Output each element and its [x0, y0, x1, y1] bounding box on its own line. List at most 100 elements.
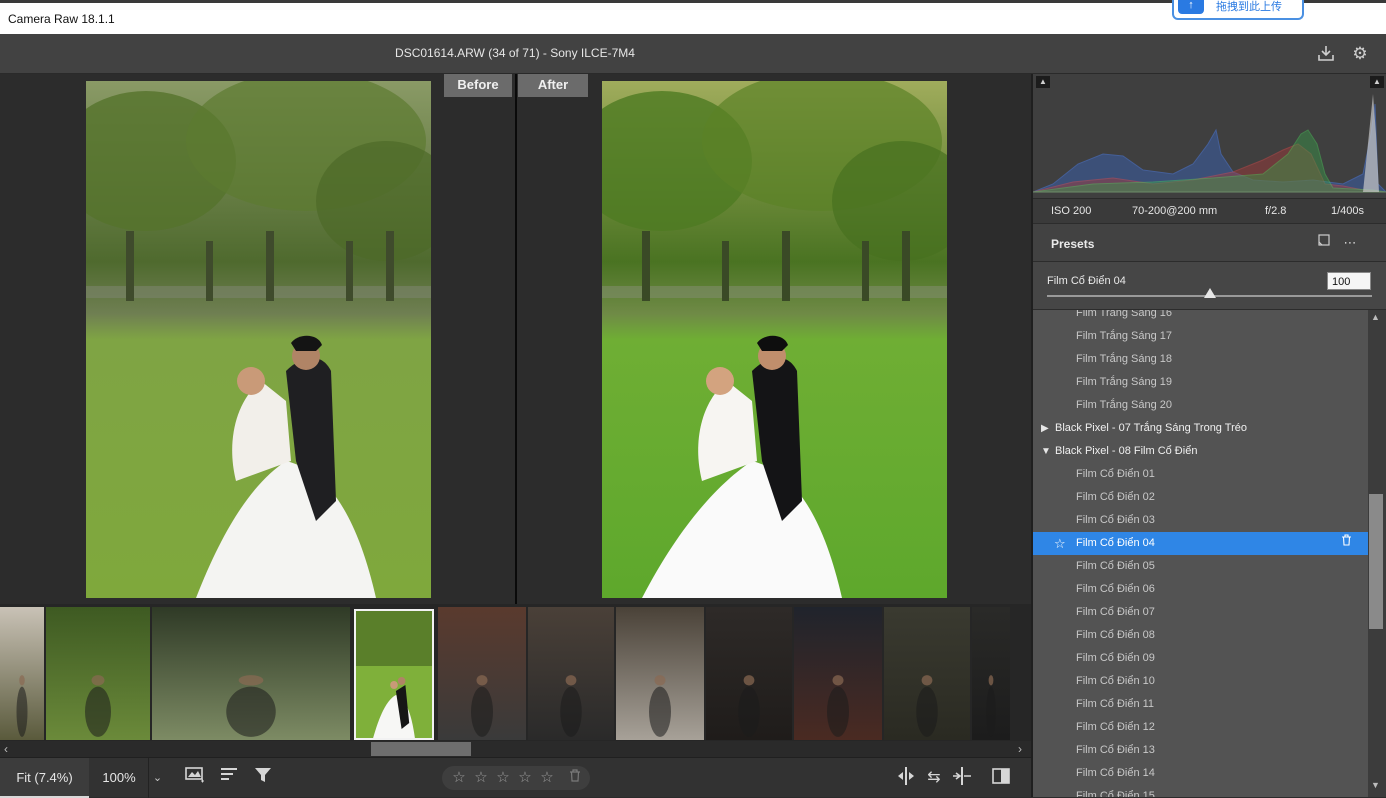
new-preset-icon[interactable] [1315, 234, 1333, 252]
preset-item[interactable]: Film Cổ Điển 02 [1033, 486, 1368, 509]
preset-label: Film Cổ Điển 06 [1076, 583, 1155, 595]
preset-item[interactable]: Film Cổ Điển 05 [1033, 555, 1368, 578]
histogram-graph [1033, 94, 1386, 193]
trash-icon[interactable] [566, 768, 584, 788]
rating-star-1[interactable]: ☆ [450, 768, 468, 788]
upload-badge[interactable]: ↑ 拖拽到此上传 [1172, 0, 1304, 20]
preset-item[interactable]: Film Cổ Điển 03 [1033, 509, 1368, 532]
preset-label: Film Cổ Điển 10 [1076, 675, 1155, 687]
rating-star-5[interactable]: ☆ [538, 768, 556, 788]
rating-star-3[interactable]: ☆ [494, 768, 512, 788]
preset-item[interactable]: Film Trắng Sáng 20 [1033, 394, 1368, 417]
preset-label: Film Trắng Sáng 17 [1076, 330, 1172, 342]
preset-list-scrollbar[interactable]: ▲ ▼ [1368, 310, 1386, 797]
preset-item[interactable]: Film Cổ Điển 01 [1033, 463, 1368, 486]
split-divider[interactable] [515, 74, 517, 604]
preset-item[interactable]: Film Trắng Sáng 18 [1033, 348, 1368, 371]
filmstrip-thumbnail[interactable] [152, 607, 350, 740]
filmstrip-thumbnail[interactable] [46, 607, 150, 740]
filmstrip-thumbnail[interactable] [616, 607, 704, 740]
preset-label: Film Cổ Điển 03 [1076, 514, 1155, 526]
preset-list: Film Trắng Sáng 16 Film Trắng Sáng 17 Film… [1033, 310, 1368, 797]
preset-item[interactable]: Film Cổ Điển 15 [1033, 785, 1368, 797]
gear-icon[interactable]: ⚙ [1350, 44, 1370, 64]
preset-label: Film Cổ Điển 05 [1076, 560, 1155, 572]
preset-group[interactable]: ▼ Black Pixel - 08 Film Cổ Điển [1033, 440, 1368, 463]
preset-item[interactable]: Film Cổ Điển 06 [1033, 578, 1368, 601]
filmstrip[interactable] [0, 604, 1031, 741]
preset-label: Film Cổ Điển 04 [1076, 537, 1155, 549]
exif-info: ISO 200 70-200@200 mm f/2.8 1/400s [1033, 198, 1386, 223]
filmstrip-thumbnail[interactable] [0, 607, 44, 740]
filmstrip-thumbnail[interactable] [438, 607, 526, 740]
preset-label: Film Cổ Điển 02 [1076, 491, 1155, 503]
filmstrip-thumbnail[interactable] [794, 607, 882, 740]
save-download-icon[interactable] [1316, 44, 1336, 64]
filmstrip-scroll-thumb[interactable] [371, 742, 471, 756]
zoom-dropdown-icon[interactable]: ⌄ [148, 758, 166, 798]
filmstrip-thumbnail[interactable] [706, 607, 792, 740]
right-panel: ▲ ▲ ISO 200 70-200@200 mm f/2.8 1/400s P… [1031, 74, 1386, 797]
zoom-100-button[interactable]: 100% [91, 758, 147, 798]
caret-right-icon[interactable]: ▶ [1041, 417, 1049, 440]
rating-star-2[interactable]: ☆ [472, 768, 490, 788]
preset-label: Film Trắng Sáng 20 [1076, 399, 1172, 411]
preset-item[interactable]: Film Cổ Điển 12 [1033, 716, 1368, 739]
exif-aperture: f/2.8 [1265, 205, 1287, 217]
filmstrip-thumbnail[interactable] [528, 607, 614, 740]
preset-label: Black Pixel - 07 Trắng Sáng Trong Tréo [1055, 422, 1247, 434]
upload-cloud-icon: ↑ [1178, 0, 1204, 14]
save-options-icon[interactable] [182, 766, 208, 790]
preset-item[interactable]: Film Cổ Điển 08 [1033, 624, 1368, 647]
preset-label: Film Cổ Điển 09 [1076, 652, 1155, 664]
filter-icon[interactable] [250, 766, 276, 790]
preset-item[interactable]: ☆ Film Cổ Điển 04 [1033, 532, 1368, 555]
preset-label: Film Cổ Điển 08 [1076, 629, 1155, 641]
upload-badge-text: 拖拽到此上传 [1216, 1, 1282, 13]
preset-item[interactable]: Film Trắng Sáng 19 [1033, 371, 1368, 394]
scroll-right-icon[interactable]: › [1018, 741, 1022, 757]
preset-scroll-thumb[interactable] [1369, 494, 1383, 629]
preset-item[interactable]: Film Cổ Điển 07 [1033, 601, 1368, 624]
rating-star-4[interactable]: ☆ [516, 768, 534, 788]
preset-label: Film Cổ Điển 12 [1076, 721, 1155, 733]
scroll-down-icon[interactable]: ▼ [1371, 780, 1380, 790]
preset-item[interactable]: Film Trắng Sáng 16 [1033, 310, 1368, 325]
preset-item[interactable]: Film Cổ Điển 14 [1033, 762, 1368, 785]
more-options-icon[interactable]: ⋯ [1341, 234, 1359, 252]
preset-amount-knob[interactable] [1203, 288, 1216, 298]
preset-label: Film Trắng Sáng 19 [1076, 376, 1172, 388]
exif-shutter: 1/400s [1331, 205, 1365, 217]
filmstrip-thumbnail[interactable] [884, 607, 970, 740]
filmstrip-thumbnail[interactable] [972, 607, 1010, 740]
fit-zoom-button[interactable]: Fit (7.4%) [0, 758, 89, 798]
filmstrip-scrollbar[interactable]: ‹ › [0, 741, 1031, 757]
filmstrip-thumbnail[interactable] [354, 609, 434, 740]
preset-item[interactable]: Film Cổ Điển 13 [1033, 739, 1368, 762]
caret-down-icon[interactable]: ▼ [1041, 440, 1051, 463]
preset-label: Film Cổ Điển 14 [1076, 767, 1155, 779]
scroll-left-icon[interactable]: ‹ [4, 741, 8, 757]
preset-item[interactable]: Film Cổ Điển 10 [1033, 670, 1368, 693]
preset-amount-input[interactable]: 100 [1327, 272, 1371, 290]
delete-preset-icon[interactable] [1341, 532, 1352, 555]
preset-label: Film Cổ Điển 01 [1076, 468, 1155, 480]
copy-settings-icon[interactable] [949, 766, 975, 790]
preset-item[interactable]: Film Trắng Sáng 17 [1033, 325, 1368, 348]
window-titlebar: Camera Raw 18.1.1 ↑ 拖拽到此上传 [0, 0, 1386, 34]
image-preview[interactable]: Before After [0, 74, 1031, 604]
sort-icon[interactable] [216, 766, 242, 790]
preset-label: Black Pixel - 08 Film Cổ Điển [1055, 445, 1198, 457]
file-info: DSC01614.ARW (34 of 71) - Sony ILCE-7M4 [395, 46, 635, 60]
presets-header: Presets ⋯ [1033, 223, 1386, 262]
favorite-star-icon[interactable]: ☆ [1054, 532, 1066, 555]
preset-item[interactable]: Film Cổ Điển 09 [1033, 647, 1368, 670]
compare-view-icon[interactable] [988, 766, 1014, 790]
preset-amount-name: Film Cổ Điển 04 [1047, 275, 1126, 287]
swap-settings-icon[interactable]: ⇆ [921, 766, 947, 790]
preset-item[interactable]: Film Cổ Điển 11 [1033, 693, 1368, 716]
scroll-up-icon[interactable]: ▲ [1371, 312, 1380, 322]
preset-group[interactable]: ▶ Black Pixel - 07 Trắng Sáng Trong Tréo [1033, 417, 1368, 440]
preset-label: Film Cổ Điển 15 [1076, 790, 1155, 797]
before-after-split-icon[interactable] [893, 766, 919, 790]
